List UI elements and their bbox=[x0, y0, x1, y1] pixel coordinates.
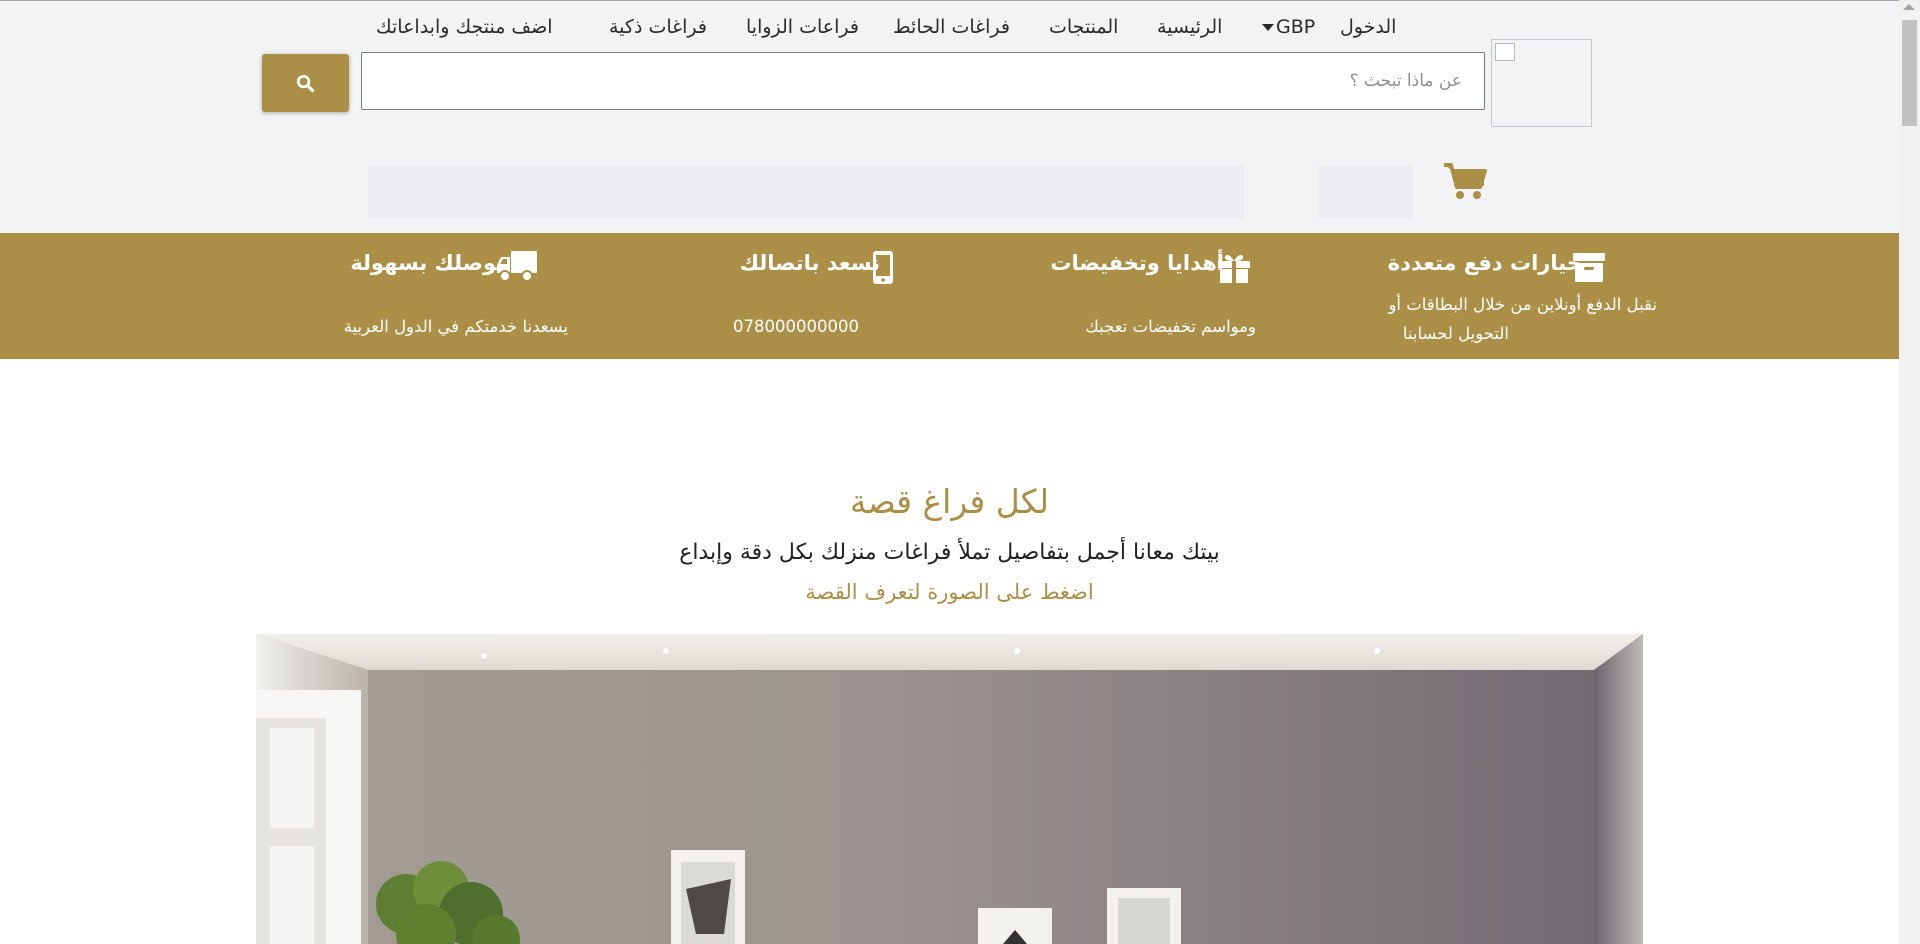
scroll-up-arrow-icon[interactable] bbox=[1903, 4, 1915, 10]
feature-contact-phone: 078000000000 bbox=[733, 317, 859, 336]
nav-products[interactable]: المنتجات bbox=[1049, 0, 1118, 54]
nav-login[interactable]: الدخول bbox=[1340, 0, 1396, 54]
hero-room-image[interactable] bbox=[256, 634, 1643, 944]
nav-background bbox=[1318, 165, 1413, 219]
story-hint-link[interactable]: اضغط على الصورة لتعرف القصة bbox=[0, 580, 1899, 604]
page-scrollbar[interactable] bbox=[1899, 0, 1920, 944]
feature-delivery-desc: يسعدنا خدمتكم في الدول العربية bbox=[343, 317, 568, 336]
site-logo[interactable] bbox=[1491, 39, 1592, 127]
scrollbar-thumb[interactable] bbox=[1902, 20, 1917, 126]
cart-button[interactable] bbox=[1442, 161, 1488, 201]
nav-currency-dropdown[interactable]: GBP bbox=[1262, 0, 1315, 54]
story-title: لكل فراغ قصة bbox=[849, 482, 1050, 521]
feature-contact-title: نسعد باتصالك bbox=[739, 251, 880, 275]
nav-add-product[interactable]: اضف منتجك وابداعاتك bbox=[376, 0, 553, 54]
feature-payment-title: خيارات دفع متعددة bbox=[1387, 251, 1582, 275]
feature-payment-desc-line2: التحويل لحسابنا bbox=[1402, 324, 1509, 343]
feature-payment-desc-line1: نقبل الدفع أونلاين من خلال البطاقات أو bbox=[1388, 295, 1657, 314]
nav-corner-spaces[interactable]: فراعات الزوايا bbox=[746, 0, 859, 54]
story-subtitle: بيتك معانا أجمل بتفاصيل تملأ فراغات منزل… bbox=[679, 540, 1220, 565]
nav-wall-spaces[interactable]: فراغات الحائط bbox=[893, 0, 1010, 54]
search-input[interactable] bbox=[361, 52, 1485, 110]
broken-image-icon bbox=[1495, 43, 1515, 61]
feature-delivery-title: نوصلك بسهولة bbox=[350, 251, 504, 275]
caret-down-icon bbox=[1262, 24, 1274, 31]
shopping-cart-icon bbox=[1444, 163, 1487, 199]
search-icon bbox=[296, 74, 315, 92]
currency-label: GBP bbox=[1276, 16, 1316, 38]
room-illustration bbox=[256, 634, 1643, 944]
search-button[interactable] bbox=[262, 54, 349, 112]
feature-gifts-title: أهدايا وتخفيضات bbox=[1050, 251, 1224, 275]
feature-gifts-desc: ومواسم تخفيضات تعجبك bbox=[1085, 317, 1256, 336]
nav-smart-spaces[interactable]: فراغات ذكية bbox=[609, 0, 707, 54]
nav-background-main bbox=[368, 165, 1244, 219]
nav-home[interactable]: الرئيسية bbox=[1157, 0, 1222, 54]
